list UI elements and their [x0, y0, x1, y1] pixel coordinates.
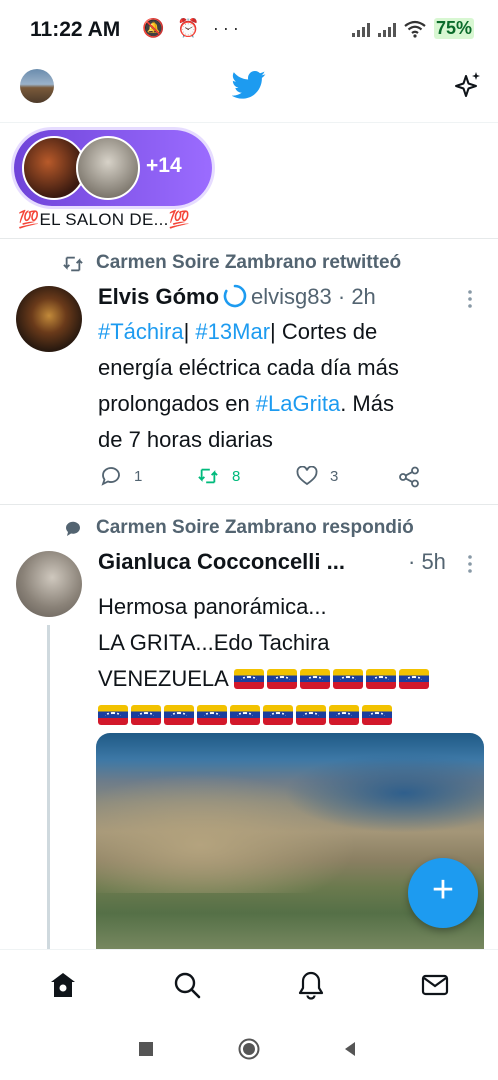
venezuela-flag-emoji: [131, 705, 161, 725]
status-time: 11:22 AM: [30, 18, 121, 41]
tweet-header: Gianluca Cocconcelli ...: [98, 549, 345, 575]
venezuela-flag-emoji: [362, 705, 392, 725]
author-name[interactable]: Elvis Gómo: [98, 284, 219, 309]
back-button[interactable]: [342, 1041, 358, 1057]
text-fragment: . Más: [340, 391, 394, 416]
messages-icon[interactable]: [420, 970, 450, 1000]
retweet-icon: [198, 468, 218, 484]
space-card[interactable]: +14: [14, 130, 212, 206]
venezuela-flag-emoji: [266, 669, 297, 689]
retweet-count: 8: [232, 467, 241, 485]
like-count: 3: [330, 467, 339, 485]
author-avatar[interactable]: [16, 286, 82, 352]
spaces-bar: +14 💯EL SALON DE...💯: [0, 122, 498, 239]
reply-count: 1: [134, 467, 143, 485]
share-icon: [399, 466, 419, 488]
tweet-text: Hermosa panorámica... LA GRITA...Edo Tac…: [98, 589, 478, 733]
tweet-line: energía eléctrica cada día más: [98, 355, 399, 380]
top-bar: [0, 60, 498, 123]
venezuela-flag-emoji: [365, 669, 396, 689]
tweet-line: de 7 horas diarias: [98, 427, 273, 452]
venezuela-flag-emoji: [329, 705, 359, 725]
bottom-tab-bar: [0, 949, 498, 1022]
venezuela-flag-emoji: [299, 669, 330, 689]
tweet-line: #Táchira| #13Mar| Cortes de: [98, 314, 478, 350]
home-icon[interactable]: [48, 970, 78, 1000]
share-button[interactable]: [398, 466, 420, 488]
space-title[interactable]: 💯EL SALON DE...💯: [18, 210, 190, 230]
signal-icon: [351, 21, 370, 37]
space-listener-count: +14: [146, 154, 182, 177]
twitter-bird-icon[interactable]: [232, 70, 266, 100]
tweet-text: #Táchira| #13Mar| Cortes de energía eléc…: [98, 314, 478, 458]
hashtag[interactable]: #Táchira: [98, 319, 184, 344]
reply-bubble-icon: [65, 521, 80, 536]
venezuela-flag-emoji: [233, 669, 264, 689]
photo-detail: [284, 753, 484, 833]
tweet-line: LA GRITA...Edo Tachira: [98, 630, 330, 655]
plus-icon: +: [431, 869, 455, 911]
hashtag[interactable]: #13Mar: [195, 319, 270, 344]
tweet-line: prolongados en #LaGrita. Más: [98, 386, 478, 422]
tweet-timestamp: · 5h: [408, 549, 446, 574]
home-button[interactable]: [238, 1038, 260, 1060]
sparkle-icon[interactable]: [452, 70, 482, 100]
recents-button[interactable]: [138, 1041, 154, 1057]
text-fragment: prolongados en: [98, 391, 256, 416]
tweet-header: Elvis Gómo elvisg83 · 2h: [98, 284, 376, 310]
reply-button[interactable]: 1: [100, 466, 142, 486]
tweet-line: VENEZUELA: [98, 661, 478, 697]
tweet-context: Carmen Soire Zambrano retwitteó: [96, 252, 402, 273]
text-fragment: |: [183, 319, 196, 344]
search-icon[interactable]: [172, 970, 202, 1000]
tweet[interactable]: Carmen Soire Zambrano retwitteó Elvis Gó…: [0, 240, 498, 505]
flag-emoji-row: [233, 666, 432, 691]
venezuela-flag-emoji: [398, 669, 429, 689]
text-fragment: VENEZUELA: [98, 666, 228, 691]
author-avatar[interactable]: [16, 551, 82, 617]
reply-icon: [101, 467, 120, 486]
text-fragment: | Cortes de: [270, 319, 378, 344]
retweet-icon: [63, 256, 83, 272]
system-nav-bar: [0, 1021, 498, 1080]
signal-icon: [377, 21, 396, 37]
more-options-icon[interactable]: [466, 288, 474, 310]
status-right: 75%: [351, 18, 474, 39]
battery-level: 75%: [433, 18, 474, 39]
thread-line: [47, 625, 50, 950]
venezuela-flag-emoji: [98, 705, 128, 725]
loading-spinner-icon: [223, 284, 247, 308]
author-handle-time: elvisg83 · 2h: [251, 284, 376, 309]
venezuela-flag-emoji: [164, 705, 194, 725]
venezuela-flag-emoji: [332, 669, 363, 689]
compose-tweet-button[interactable]: +: [408, 858, 478, 928]
tweet-time: · 5h: [408, 549, 446, 575]
tweet-line: Hermosa panorámica...: [98, 594, 327, 619]
more-options-icon[interactable]: [466, 553, 474, 575]
venezuela-flag-emoji: [197, 705, 227, 725]
profile-avatar[interactable]: [20, 69, 54, 103]
author-name[interactable]: Gianluca Cocconcelli ...: [98, 549, 345, 574]
space-host-avatar: [76, 136, 140, 200]
retweet-button[interactable]: 8: [196, 466, 240, 486]
venezuela-flag-emoji: [263, 705, 293, 725]
status-bar: 11:22 AM 🔕 ⏰ ··· 75%: [0, 0, 498, 60]
venezuela-flag-emoji: [296, 705, 326, 725]
status-notification-icons: 🔕 ⏰ ···: [142, 18, 243, 38]
tweet-context: Carmen Soire Zambrano respondió: [96, 517, 414, 538]
venezuela-flag-emoji: [230, 705, 260, 725]
like-button[interactable]: 3: [296, 466, 338, 486]
flag-emoji-row: [98, 702, 395, 727]
hashtag[interactable]: #LaGrita: [256, 391, 340, 416]
tweet-actions: 1 8 3: [98, 466, 478, 492]
tweet-line: [98, 697, 478, 733]
notifications-icon[interactable]: [296, 970, 326, 1000]
heart-icon: [296, 466, 318, 486]
wifi-icon: [404, 20, 426, 38]
